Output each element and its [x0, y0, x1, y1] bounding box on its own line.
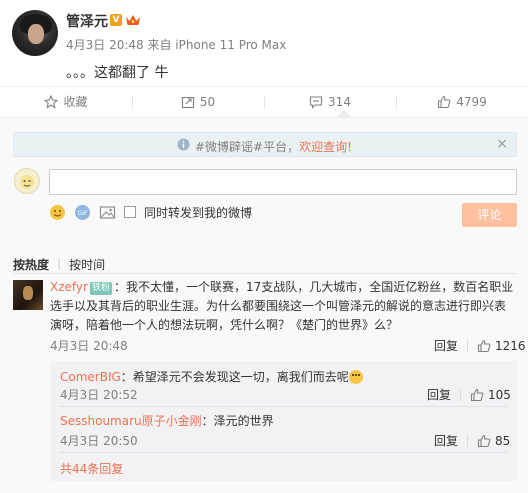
commenter-avatar[interactable] [13, 280, 43, 310]
reply-button[interactable]: 回复 [427, 386, 451, 403]
fan-badge[interactable]: 铁粉 [89, 282, 112, 295]
reply-button[interactable]: 回复 [434, 337, 458, 354]
repost-checkbox[interactable] [124, 206, 136, 218]
emoji-icon[interactable] [49, 204, 66, 221]
reply-like-button[interactable]: 105 [470, 388, 511, 402]
post-text: 。。。这都翻了 牛 [66, 65, 169, 81]
reply-text: ：泽元的世界 [201, 414, 274, 428]
reply-item: Sesshoumaru原子小金刚：泽元的世界 [60, 412, 274, 429]
repost-icon [181, 96, 194, 108]
svg-text:GIF: GIF [78, 210, 88, 217]
comment-like-button[interactable]: 1216 [477, 339, 526, 353]
action-separator [467, 434, 469, 447]
repost-button[interactable]: 50 [132, 87, 264, 116]
reply-actions: 回复 85 [434, 432, 510, 449]
thumbs-up-icon [477, 339, 491, 352]
reply-user[interactable]: ComerBIG [60, 370, 121, 384]
notice-message: #微博辟谣#平台，欢迎查询! [195, 138, 352, 155]
sort-separator: | [57, 256, 62, 270]
reply-list: ComerBIG：希望泽元不会发现这一切，离我们而去呢 4月3日 20:52 回… [50, 361, 517, 481]
author-avatar[interactable] [12, 10, 58, 56]
post-meta: 4月3日 20:48 来自 iPhone 11 Pro Max [66, 38, 287, 52]
notice-text: 平台， [263, 140, 300, 154]
reply-actions: 回复 105 [427, 386, 511, 403]
action-separator [467, 339, 469, 352]
comment-text: ：我不太懂，一个联赛，17支战队，几大城市，全国近亿粉丝，数百名职业选手以及其背… [50, 280, 514, 332]
image-icon[interactable] [99, 204, 116, 221]
comment-body: Xzefyr 铁粉 ：我不太懂，一个联赛，17支战队，几大城市，全国近亿粉丝，数百名… [50, 278, 516, 335]
action-separator [460, 388, 462, 401]
verified-badge-icon: V [110, 14, 122, 26]
vip-crown-icon[interactable] [125, 13, 141, 27]
close-icon[interactable]: × [496, 136, 508, 152]
gif-icon[interactable]: GIF [74, 204, 91, 221]
reply-item: ComerBIG：希望泽元不会发现这一切，离我们而去呢 [60, 368, 363, 385]
reply-divider [59, 452, 508, 453]
commenter-name[interactable]: Xzefyr [50, 280, 88, 294]
author-name[interactable]: 管泽元 [66, 11, 108, 31]
comment-icon [309, 95, 323, 109]
reply-like-button[interactable]: 85 [477, 434, 510, 448]
rumor-notice-bar: #微博辟谣#平台，欢迎查询! × [13, 132, 517, 157]
comment-actions: 回复 1216 [434, 337, 526, 354]
sort-by-hot[interactable]: 按热度 [13, 256, 49, 273]
repost-checkbox-label[interactable]: 同时转发到我的微博 [144, 204, 252, 221]
info-icon [177, 138, 190, 151]
active-tab-arrow [337, 110, 351, 117]
action-bar: 收藏 50 314 4799 [0, 86, 528, 116]
thumbs-up-icon [477, 434, 491, 447]
reply-like-count: 105 [488, 387, 511, 402]
reply-user[interactable]: Sesshoumaru原子小金刚 [60, 414, 202, 428]
my-avatar[interactable] [14, 168, 40, 194]
more-replies-link[interactable]: 共44条回复 [60, 460, 123, 477]
emoji-icon [348, 370, 363, 384]
sort-divider [13, 273, 517, 274]
reply-time: 4月3日 20:50 [60, 434, 138, 448]
reply-time: 4月3日 20:52 [60, 388, 138, 402]
comment-button[interactable]: 314 [264, 87, 396, 116]
sort-by-time[interactable]: 按时间 [69, 256, 105, 273]
notice-link[interactable]: 欢迎查询! [299, 140, 352, 154]
reply-text: ：希望泽元不会发现这一切，离我们而去呢 [120, 370, 349, 384]
repost-count: 50 [199, 94, 216, 109]
submit-comment-button[interactable]: 评论 [462, 203, 517, 227]
sort-tabs: 按热度 | 按时间 [13, 256, 105, 273]
reply-divider [59, 406, 508, 407]
thumbs-up-icon [438, 95, 451, 108]
reply-like-count: 85 [495, 433, 511, 448]
favorite-button[interactable]: 收藏 [0, 87, 132, 116]
like-count: 4799 [456, 94, 487, 109]
comment-time: 4月3日 20:48 [50, 339, 128, 353]
notice-hashtag[interactable]: #微博辟谣# [195, 140, 263, 154]
comment-count: 314 [328, 94, 351, 109]
reply-button[interactable]: 回复 [434, 432, 458, 449]
default-avatar-icon [20, 175, 34, 189]
compose-tools: GIF 同时转发到我的微博 [49, 203, 252, 221]
thumbs-up-icon [470, 388, 484, 401]
comment-input[interactable] [49, 169, 517, 195]
star-icon [44, 94, 59, 109]
like-button[interactable]: 4799 [396, 87, 528, 116]
comment-like-count: 1216 [495, 338, 526, 353]
favorite-label: 收藏 [63, 95, 88, 109]
